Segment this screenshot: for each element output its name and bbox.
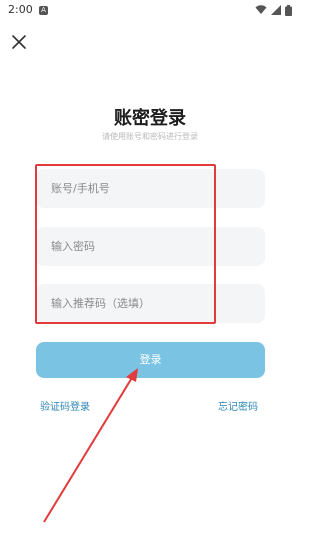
password-field[interactable]: [36, 227, 265, 266]
close-icon[interactable]: [9, 32, 29, 52]
battery-icon: [285, 4, 292, 16]
notification-icon: A: [39, 6, 48, 15]
password-input[interactable]: [51, 227, 256, 266]
sms-login-link[interactable]: 验证码登录: [40, 398, 90, 413]
status-time: 2:00: [8, 3, 33, 16]
referral-field[interactable]: [36, 284, 265, 323]
page-subtitle: 请使用账号和密码进行登录: [102, 132, 198, 141]
forgot-password-link[interactable]: 忘记密码: [218, 398, 258, 413]
system-icons: [255, 4, 292, 16]
signal-icon: [271, 5, 281, 15]
referral-code-input[interactable]: [51, 284, 256, 323]
page-title: 账密登录: [114, 108, 186, 129]
login-button[interactable]: 登录: [36, 342, 265, 378]
account-field[interactable]: [36, 169, 265, 208]
wifi-icon: [255, 5, 267, 14]
annotation-arrow: [43, 368, 138, 523]
account-input[interactable]: [51, 169, 256, 208]
status-bar: 2:00 A: [0, 0, 300, 22]
